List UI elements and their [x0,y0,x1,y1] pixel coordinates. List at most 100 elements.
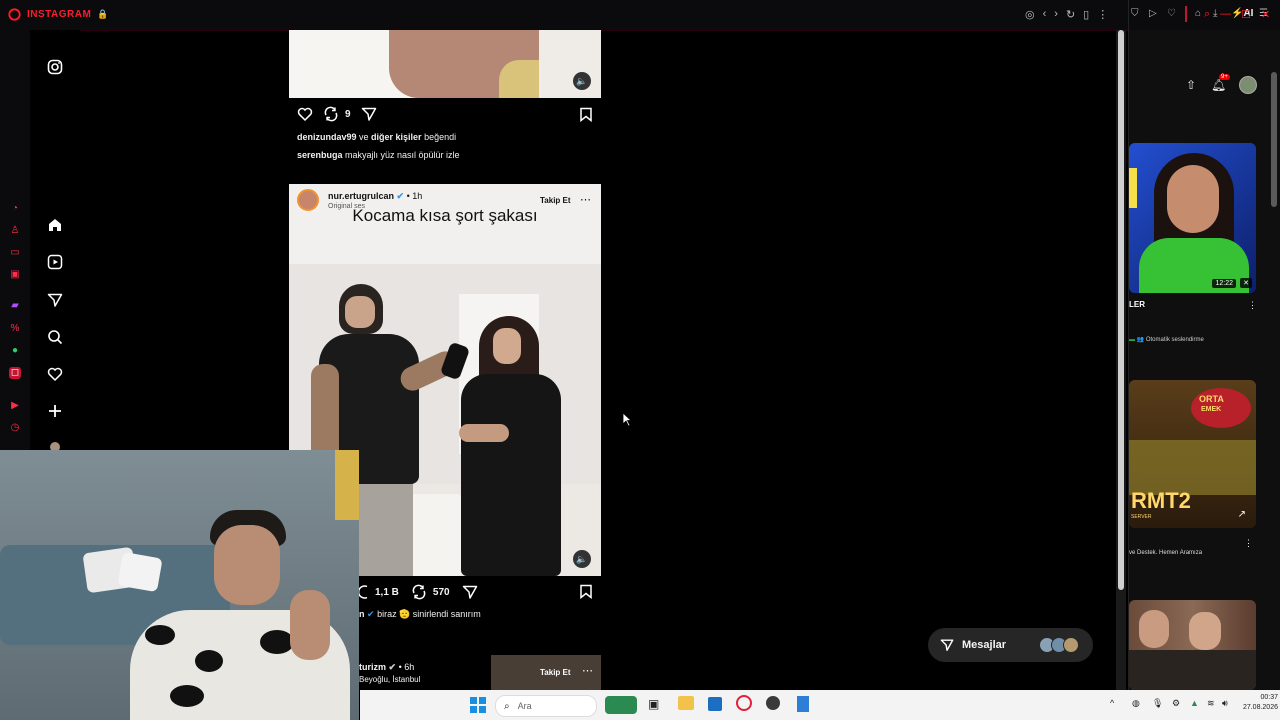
video3-thumbnail[interactable] [1129,600,1256,690]
post1-media[interactable]: 🔈 [289,30,601,98]
play-icon[interactable]: ▷ [1149,8,1157,19]
instagram-logo-icon[interactable] [44,56,66,78]
speed-dial-icon[interactable]: ◔ [9,203,21,215]
tray-chevron-icon[interactable]: ^ [1110,698,1114,708]
bookmarks-icon[interactable]: ▭ [9,247,21,259]
comment-icon[interactable] [359,585,369,599]
caption-username[interactable]: serenbuga [297,150,343,160]
like-heart-icon[interactable] [297,106,313,122]
post-options-icon[interactable]: ⋯ [582,664,593,677]
post3-username[interactable]: turizm [359,662,386,672]
minimize-icon[interactable]: — [1220,8,1231,21]
camera-icon[interactable]: ◎ [1025,8,1035,21]
task-view-icon[interactable]: ▣ [648,697,659,711]
post2-audio[interactable]: Original ses [328,203,365,210]
shield-icon[interactable]: ⛉ [1131,8,1139,19]
taskbar-clock[interactable]: 00:37 27.08.2026 [1228,693,1278,713]
opera-gx-icon[interactable] [736,695,752,711]
repost-icon[interactable] [323,106,339,122]
direct-messages-icon[interactable] [44,289,66,311]
youtube-header: ⇧ 🔔︎ 9+ [1129,70,1280,100]
liked-by-user[interactable]: denizundav99 [297,132,357,142]
account-avatar[interactable] [1239,76,1257,94]
follow-button[interactable]: Takip Et [540,668,571,677]
post2-avatar[interactable] [297,189,319,211]
video2-more-icon[interactable]: ⋮ [1244,538,1253,549]
side-scrollbar-thumb[interactable] [1271,72,1277,207]
messages-label: Mesajlar [962,639,1007,651]
windows-start-icon[interactable] [470,697,486,713]
bookmark-toolbar-icon[interactable]: ▯ [1083,8,1089,21]
aria-icon[interactable]: ♙ [9,225,21,237]
video2-thumbnail[interactable]: ORTA EMEK RMT2 SERVER ↗ [1129,380,1256,528]
app-icon[interactable] [766,696,780,710]
more-icon[interactable]: ⋮ [1097,8,1108,21]
percent-icon[interactable]: % [9,323,21,335]
post1-actions: 9 [297,106,377,122]
mute-icon[interactable]: 🔈 [573,72,591,90]
heart-icon[interactable]: ♡ [1167,8,1176,19]
mouse-cursor-icon [622,412,632,427]
tray-icon[interactable]: ⚙ [1172,698,1180,709]
verified-badge-icon: ✔ [396,191,405,201]
player-icon[interactable]: ▶ [9,400,21,412]
video2-subtitle: SERVER [1131,514,1152,520]
search-tabs-icon[interactable]: ⌕ [1204,8,1210,21]
create-plus-icon[interactable] [44,400,66,422]
maximize-icon[interactable]: ☐ [1241,8,1251,21]
notifications-heart-icon[interactable] [44,363,66,385]
forward-icon[interactable]: › [1054,8,1058,21]
twitch-icon[interactable]: ▰ [9,300,21,312]
whatsapp-icon[interactable]: ● [9,345,21,357]
share-icon[interactable] [361,106,377,122]
instagram-sidebar-icon[interactable]: ◻ [9,367,21,379]
post2-username[interactable]: nur.ertugrulcan [328,191,394,201]
video1-title[interactable]: LER [1129,300,1145,309]
scrollbar-thumb[interactable] [1118,30,1124,590]
follow-button[interactable]: Takip Et [540,196,571,205]
upload-icon[interactable]: ⇧ [1186,78,1196,92]
wifi-icon[interactable]: ≋ [1207,698,1215,709]
file-explorer-icon[interactable] [678,696,694,710]
repost-icon[interactable] [411,584,427,600]
reload-icon[interactable]: ↻ [1066,8,1075,21]
store-icon[interactable] [708,697,722,711]
share-icon[interactable] [462,584,478,600]
feed-scrollbar[interactable] [1116,30,1126,690]
clear-icon[interactable]: ✕ [1240,278,1252,288]
external-link-icon[interactable]: ↗ [1238,509,1246,520]
window-controls: ⌕ — ☐ ✕ [1204,8,1270,21]
post3-location[interactable]: Beyoğlu, İstanbul [359,675,420,684]
home-icon[interactable] [44,214,66,236]
liked-by-others[interactable]: diğer kişiler [371,132,422,142]
mic-icon[interactable]: 🎙︎ [1152,698,1163,709]
clock-icon[interactable]: ◷ [9,422,21,434]
post2-actions: 1,1 B 570 [359,584,478,600]
history-panel-icon[interactable]: ▣ [9,269,21,281]
reels-icon[interactable] [44,251,66,273]
video1-thumbnail[interactable]: 12:22 ✕ [1129,143,1256,293]
post-options-icon[interactable]: ⋯ [580,193,591,206]
volume-icon[interactable]: 🔊︎ [1222,698,1228,709]
post1-repost-count: 9 [345,108,351,120]
back-icon[interactable]: ‹ [1043,8,1047,21]
taskbar-search[interactable]: ⌕ Ara [495,695,597,717]
notepad-icon[interactable] [797,696,809,712]
post1-likes: denizundav99 ve diğer kişiler beğendi [297,132,457,142]
tray-icon[interactable]: ▲ [1190,698,1199,708]
tray-icon[interactable]: ◍ [1132,698,1140,709]
close-icon[interactable]: ✕ [1261,8,1270,21]
save-bookmark-icon[interactable] [579,584,593,599]
webcam-overlay [0,450,359,720]
search-icon[interactable] [44,326,66,348]
opera-logo-icon[interactable] [8,8,21,21]
wallet-icon[interactable]: ⌂ [1195,8,1201,19]
caption-username[interactable]: n [359,609,365,619]
video1-more-icon[interactable]: ⋮ [1248,300,1257,311]
notifications-bell-icon[interactable]: 🔔︎ [1211,78,1226,92]
messages-button[interactable]: Mesajlar [928,628,1093,662]
browser-titlebar: INSTAGRAM 🔒 ◎ ‹ › ↻ ▯ ⋮ [0,0,1128,31]
widgets-icon[interactable] [605,696,637,714]
save-bookmark-icon[interactable] [579,107,593,122]
mute-icon[interactable]: 🔈 [573,550,591,568]
